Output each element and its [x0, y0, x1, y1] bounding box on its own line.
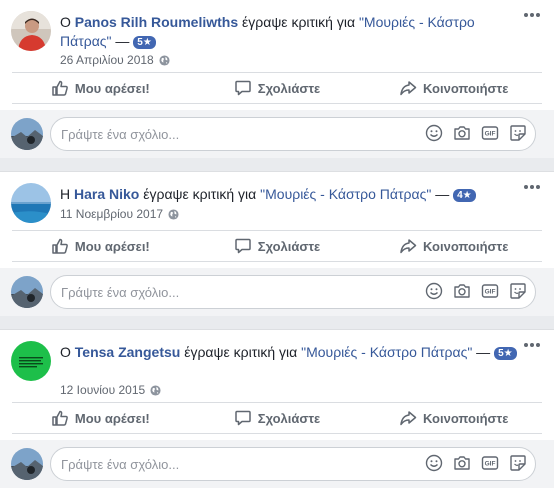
svg-text:GIF: GIF	[485, 289, 496, 296]
speech-bubble-icon	[235, 80, 251, 96]
globe-icon	[150, 384, 161, 396]
share-label: Κοινοποιήστε	[422, 410, 509, 426]
svg-text:GIF: GIF	[485, 461, 496, 468]
gif-icon[interactable]: GIF	[481, 454, 499, 472]
comment-tools: GIF	[425, 124, 527, 142]
smiley-icon[interactable]	[425, 124, 443, 142]
thumbs-up-icon	[52, 80, 68, 96]
comment-input[interactable]	[61, 118, 361, 150]
gif-icon[interactable]: GIF	[481, 282, 499, 300]
review-headline: Ο Tensa Zangetsu έγραψε κριτική για "Μου…	[60, 343, 518, 362]
viewer-avatar[interactable]	[11, 118, 43, 150]
sticker-icon[interactable]	[509, 124, 527, 142]
camera-icon[interactable]	[453, 454, 471, 472]
share-arrow-icon	[400, 411, 417, 426]
comment-composer: GIF	[0, 110, 554, 158]
comment-tools: GIF	[425, 282, 527, 300]
like-label: Μου αρέσει!	[74, 80, 150, 96]
headline-dash: —	[111, 33, 134, 49]
share-button[interactable]: Κοινοποιήστε	[365, 73, 542, 103]
author-name-link[interactable]: Panos Rilh Roumeliwths	[75, 14, 238, 30]
speech-bubble-icon	[235, 410, 251, 426]
share-arrow-icon	[400, 81, 417, 96]
post-date: 11 Νοεμβρίου 2017	[60, 207, 179, 221]
headline-verb: έγραψε κριτική για	[180, 344, 302, 360]
post-date-text[interactable]: 26 Απριλίου 2018	[60, 53, 154, 67]
review-story: Ο Tensa Zangetsu έγραψε κριτική για "Μου…	[0, 329, 554, 492]
like-button[interactable]: Μου αρέσει!	[12, 403, 189, 433]
sticker-icon[interactable]	[509, 454, 527, 472]
sticker-icon[interactable]	[509, 282, 527, 300]
globe-icon	[159, 54, 170, 66]
comment-label: Σχολιάστε	[257, 238, 321, 254]
rating-badge[interactable]: 4★	[453, 189, 476, 202]
comment-input-box: GIF	[50, 117, 536, 151]
rating-badge[interactable]: 5★	[494, 347, 517, 360]
author-avatar[interactable]	[11, 11, 51, 51]
viewer-avatar[interactable]	[11, 276, 43, 308]
headline-dash: —	[431, 186, 454, 202]
thumbs-up-icon	[52, 410, 68, 426]
rating-badge[interactable]: 5★	[133, 36, 156, 49]
comment-input[interactable]	[61, 276, 361, 308]
camera-icon[interactable]	[453, 124, 471, 142]
speech-bubble-icon	[235, 238, 251, 254]
share-button[interactable]: Κοινοποιήστε	[365, 231, 542, 261]
more-options-icon[interactable]	[524, 183, 540, 191]
comment-button[interactable]: Σχολιάστε	[189, 231, 366, 261]
review-story: Η Hara Niko έγραψε κριτική για "Μουριές …	[0, 171, 554, 316]
comment-input-box: GIF	[50, 447, 536, 481]
action-bar: Μου αρέσει! Σχολιάστε Κοινοποιήστε	[12, 230, 542, 262]
headline-prefix: Ο	[60, 14, 75, 30]
thumbs-up-icon	[52, 238, 68, 254]
headline-verb: έγραψε κριτική για	[139, 186, 261, 202]
like-button[interactable]: Μου αρέσει!	[12, 73, 189, 103]
post-date-text[interactable]: 12 Ιουνίου 2015	[60, 383, 145, 397]
author-avatar[interactable]	[11, 341, 51, 381]
author-name-link[interactable]: Tensa Zangetsu	[75, 344, 181, 360]
action-bar: Μου αρέσει! Σχολιάστε Κοινοποιήστε	[12, 72, 542, 104]
like-label: Μου αρέσει!	[74, 410, 150, 426]
share-arrow-icon	[400, 239, 417, 254]
post-date: 12 Ιουνίου 2015	[60, 383, 161, 397]
page-name-link[interactable]: "Μουριές - Κάστρο Πάτρας"	[260, 186, 431, 202]
comment-composer: GIF	[0, 440, 554, 488]
comment-input-box: GIF	[50, 275, 536, 309]
more-options-icon[interactable]	[524, 11, 540, 19]
svg-text:GIF: GIF	[485, 131, 496, 138]
comment-input[interactable]	[61, 448, 361, 480]
author-name-link[interactable]: Hara Niko	[74, 186, 139, 202]
post-date-text[interactable]: 11 Νοεμβρίου 2017	[60, 207, 163, 221]
headline-dash: —	[472, 344, 495, 360]
like-label: Μου αρέσει!	[74, 238, 150, 254]
review-story: Ο Panos Rilh Roumeliwths έγραψε κριτική …	[0, 0, 554, 158]
review-headline: Ο Panos Rilh Roumeliwths έγραψε κριτική …	[60, 13, 518, 51]
comment-tools: GIF	[425, 454, 527, 472]
author-avatar[interactable]	[11, 183, 51, 223]
like-button[interactable]: Μου αρέσει!	[12, 231, 189, 261]
comment-label: Σχολιάστε	[257, 410, 321, 426]
more-options-icon[interactable]	[524, 341, 540, 349]
action-bar: Μου αρέσει! Σχολιάστε Κοινοποιήστε	[12, 402, 542, 434]
page-name-link[interactable]: "Μουριές - Κάστρο Πάτρας"	[301, 344, 472, 360]
globe-icon	[168, 208, 179, 220]
post-date: 26 Απριλίου 2018	[60, 53, 170, 67]
camera-icon[interactable]	[453, 282, 471, 300]
share-button[interactable]: Κοινοποιήστε	[365, 403, 542, 433]
comment-button[interactable]: Σχολιάστε	[189, 403, 366, 433]
review-headline: Η Hara Niko έγραψε κριτική για "Μουριές …	[60, 185, 518, 204]
viewer-avatar[interactable]	[11, 448, 43, 480]
comment-button[interactable]: Σχολιάστε	[189, 73, 366, 103]
smiley-icon[interactable]	[425, 282, 443, 300]
smiley-icon[interactable]	[425, 454, 443, 472]
headline-prefix: Η	[60, 186, 74, 202]
share-label: Κοινοποιήστε	[422, 238, 509, 254]
gif-icon[interactable]: GIF	[481, 124, 499, 142]
headline-verb: έγραψε κριτική για	[238, 14, 359, 30]
comment-label: Σχολιάστε	[257, 80, 321, 96]
headline-prefix: Ο	[60, 344, 75, 360]
comment-composer: GIF	[0, 268, 554, 316]
share-label: Κοινοποιήστε	[422, 80, 509, 96]
